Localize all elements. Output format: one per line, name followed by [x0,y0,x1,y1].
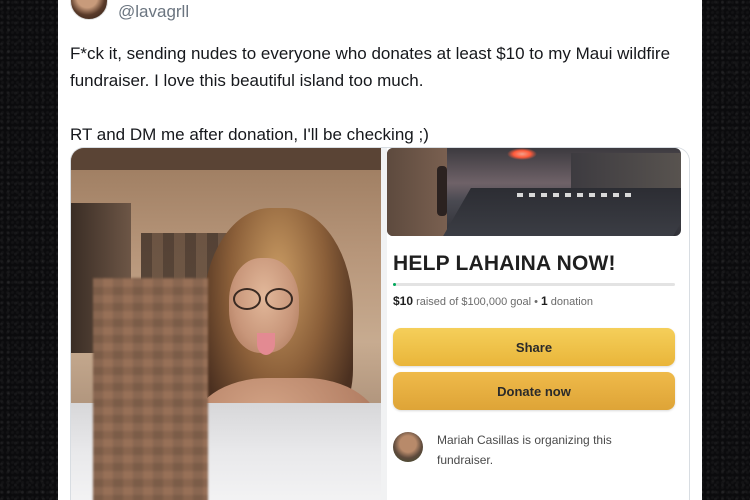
donate-now-button[interactable]: Donate now [393,372,675,410]
photo-ceiling [71,148,381,170]
organizer-avatar [393,432,423,462]
progress-bar [393,283,675,286]
fundraiser-screenshot: HELP LAHAINA NOW! $10 raised of $100,000… [387,148,689,500]
organizer-row: Mariah Casillas is organizing this fundr… [393,430,683,470]
user-handle[interactable]: @lavagrll [118,2,189,22]
tweet-media[interactable]: HELP LAHAINA NOW! $10 raised of $100,000… [70,147,690,500]
fundraiser-cover-image [387,148,681,236]
photo-glasses [233,288,295,310]
selfie-photo[interactable] [71,148,381,500]
progress-text: $10 raised of $100,000 goal • 1 donation [393,294,593,308]
avatar[interactable] [70,0,108,20]
raised-amount: $10 [393,294,414,308]
censor-blur [93,278,208,500]
fundraiser-title: HELP LAHAINA NOW! [393,252,616,275]
organizer-text: Mariah Casillas is organizing this fundr… [437,433,612,467]
progress-bar-fill [393,283,396,286]
donation-count: 1 [541,294,548,308]
share-button[interactable]: Share [393,328,675,366]
goal-text: raised of $100,000 goal • [413,296,542,308]
tweet-text: F*ck it, sending nudes to everyone who d… [70,44,671,144]
photo-tongue [257,333,275,355]
tweet-card: @lavagrll F*ck it, sending nudes to ever… [58,0,702,500]
donation-label: donation [547,296,593,308]
